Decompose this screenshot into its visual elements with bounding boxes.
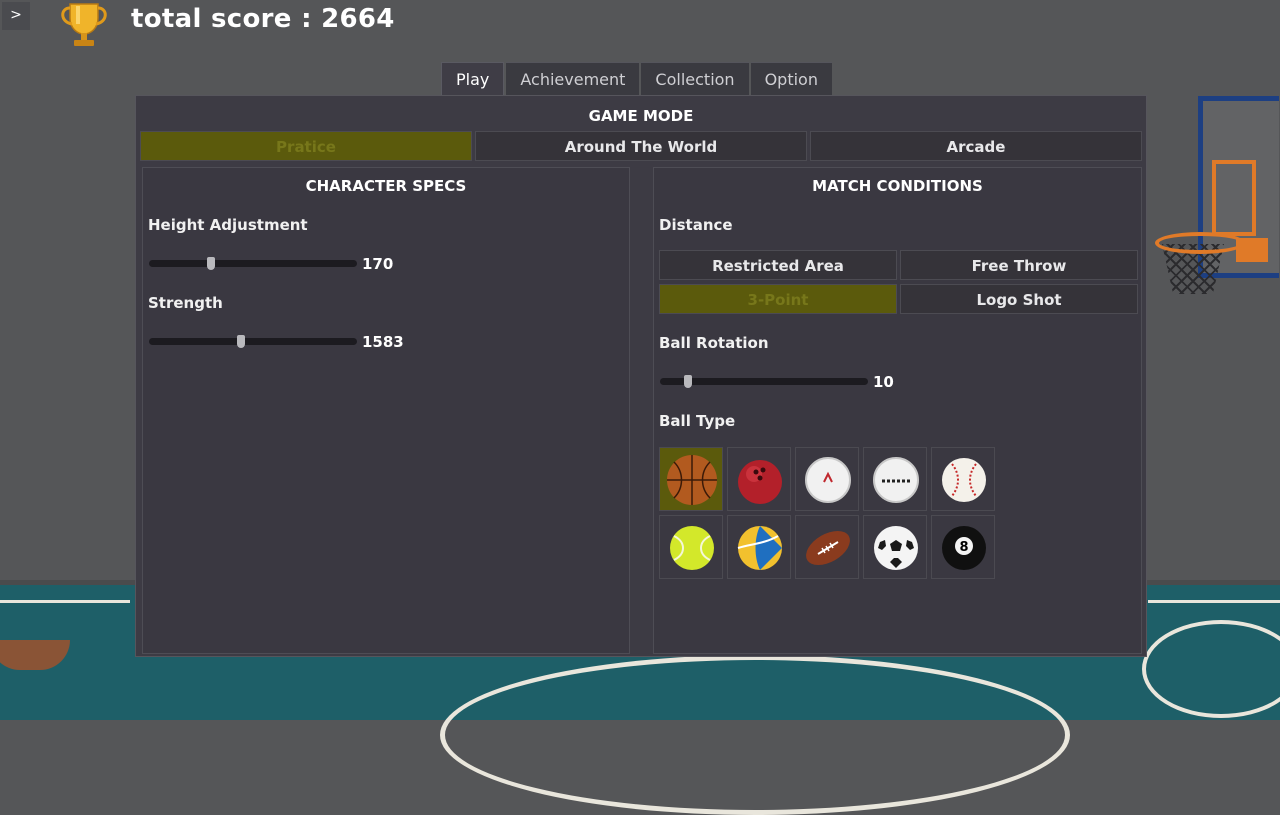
tab-option[interactable]: Option [750, 62, 832, 97]
ball-soccer-option[interactable] [863, 515, 927, 579]
golf-ball-icon [873, 457, 919, 503]
ball-basketball-option[interactable] [659, 447, 723, 511]
strength-label: Strength [148, 294, 223, 312]
svg-text:8: 8 [959, 540, 968, 555]
total-score: total score : 2664 [131, 4, 395, 34]
court-arc-bottom [440, 655, 1070, 815]
height-adjustment-label: Height Adjustment [148, 216, 308, 234]
backboard-target-square [1212, 160, 1256, 236]
match-conditions-title: MATCH CONDITIONS [812, 177, 983, 195]
distance-free-throw-button[interactable]: Free Throw [900, 250, 1138, 280]
ball-rotation-label: Ball Rotation [659, 334, 769, 352]
court-line-right [1148, 600, 1280, 603]
ball-volleyball-option[interactable] [727, 515, 791, 579]
soccer-ball-icon [874, 526, 918, 570]
ball-golf-option-2[interactable] [863, 447, 927, 511]
menu-toggle-button[interactable]: > [2, 2, 30, 30]
ball-bowling-option[interactable] [727, 447, 791, 511]
height-slider-thumb[interactable] [207, 257, 215, 270]
main-tabs: Play Achievement Collection Option [441, 62, 834, 97]
bowling-ball-icon [738, 460, 782, 504]
strength-slider-thumb[interactable] [237, 335, 245, 348]
tab-collection[interactable]: Collection [641, 62, 749, 97]
height-slider[interactable] [149, 257, 357, 270]
game-mode-title: GAME MODE [588, 107, 694, 125]
height-value: 170 [362, 255, 394, 273]
basketball-icon [667, 455, 717, 505]
distance-logo-shot-button[interactable]: Logo Shot [900, 284, 1138, 314]
ball-baseball-option[interactable] [931, 447, 995, 511]
ball-rotation-slider[interactable] [660, 375, 868, 388]
tab-achievement[interactable]: Achievement [506, 62, 640, 97]
distance-restricted-area-button[interactable]: Restricted Area [659, 250, 897, 280]
mode-around-the-world-button[interactable]: Around The World [475, 131, 807, 161]
ball-tennis-option[interactable] [659, 515, 723, 579]
tennis-ball-icon [670, 526, 714, 570]
court-line-left [0, 600, 130, 603]
ball-type-label: Ball Type [659, 412, 736, 430]
football-icon [806, 530, 850, 566]
play-panel: GAME MODE Pratice Around The World Arcad… [135, 95, 1147, 657]
volleyball-icon [737, 526, 782, 570]
ball-golf-option-1[interactable] [795, 447, 859, 511]
trophy-icon [56, 0, 112, 52]
golf-ball-icon [805, 457, 851, 503]
mode-arcade-button[interactable]: Arcade [810, 131, 1142, 161]
ball-rotation-value: 10 [873, 373, 894, 391]
baseball-icon [942, 458, 986, 502]
tab-play[interactable]: Play [441, 62, 505, 97]
basket-rim [1155, 232, 1245, 254]
character-specs-panel: CHARACTER SPECS Height Adjustment 170 St… [142, 167, 630, 654]
strength-slider[interactable] [149, 335, 357, 348]
match-conditions-panel: MATCH CONDITIONS Distance Restricted Are… [653, 167, 1142, 654]
strength-value: 1583 [362, 333, 404, 351]
ball-football-option[interactable] [795, 515, 859, 579]
distance-label: Distance [659, 216, 733, 234]
ball-eight-ball-option[interactable]: 8 [931, 515, 995, 579]
character-specs-title: CHARACTER SPECS [305, 177, 467, 195]
mode-practice-button[interactable]: Pratice [140, 131, 472, 161]
eight-ball-icon: 8 [942, 526, 986, 570]
ball-rotation-slider-thumb[interactable] [684, 375, 692, 388]
distance-3-point-button[interactable]: 3-Point [659, 284, 897, 314]
